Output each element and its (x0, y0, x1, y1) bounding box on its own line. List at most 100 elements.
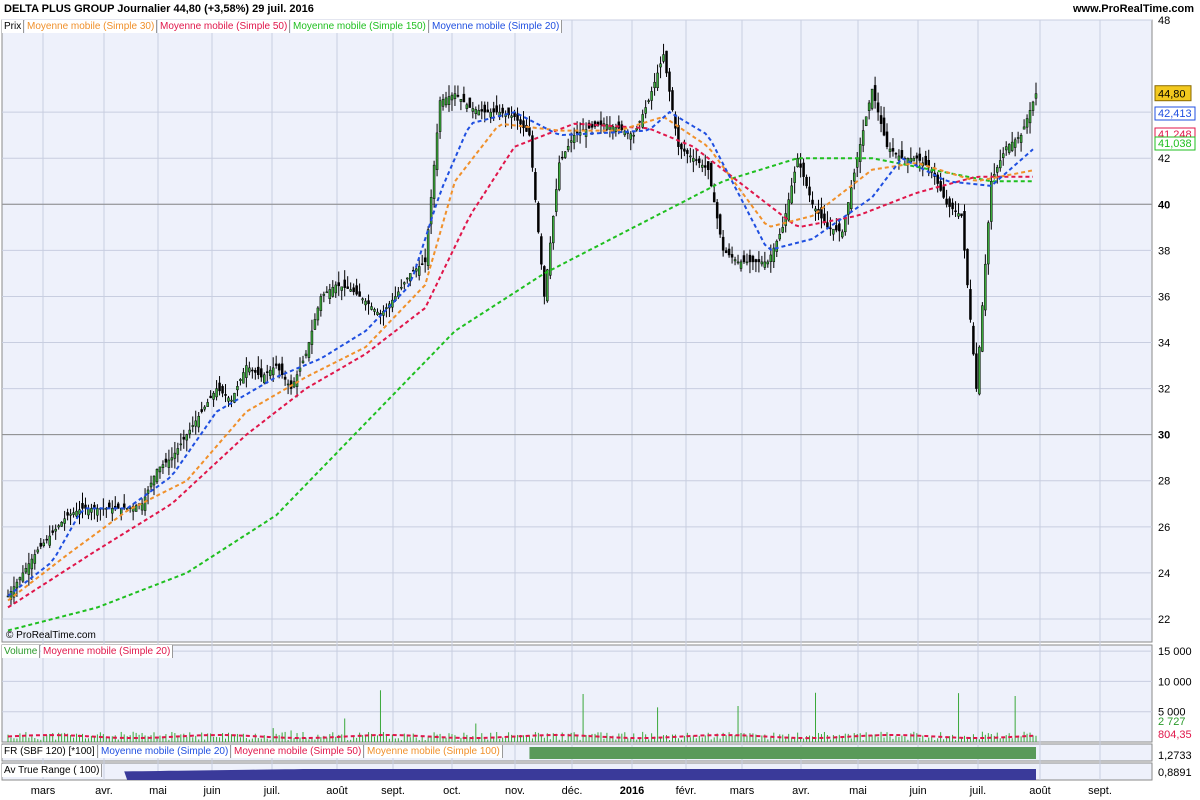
candle-body (239, 379, 242, 382)
candle-body (42, 542, 46, 546)
candle-body (417, 266, 421, 276)
main-legend-item[interactable]: Prix (2, 20, 25, 33)
candle-body (960, 213, 963, 217)
candle-body (248, 367, 251, 373)
candle-body (370, 306, 373, 310)
x-tick-label: oct. (443, 785, 461, 797)
candle-body (569, 140, 573, 143)
candle-body (268, 369, 272, 376)
candle-body (158, 466, 162, 473)
candle-body (781, 227, 784, 233)
candle-body (292, 381, 296, 388)
x-tick-label: juil. (969, 785, 987, 797)
candle-body (844, 216, 847, 233)
candle-body (215, 388, 218, 398)
y-tick-label: 36 (1158, 291, 1170, 303)
candle-body (489, 111, 492, 118)
candle-body (242, 372, 245, 384)
candle-body (695, 159, 698, 161)
candle-body (465, 104, 469, 109)
main-legend-item[interactable]: Moyenne mobile (Simple 20) (430, 20, 563, 33)
candle-body (769, 254, 773, 262)
candle-body (257, 366, 260, 376)
candle-body (808, 186, 811, 196)
main-legend-item[interactable]: Moyenne mobile (Simple 50) (158, 20, 291, 33)
chart-canvas[interactable]: mars avr. mai juin juil. août sept. oct. nov. déc… (0, 0, 1200, 800)
ma-value-label: 42,413 (1158, 108, 1192, 120)
candle-body (263, 374, 266, 384)
candle-body (966, 248, 969, 286)
candle-body (140, 503, 144, 511)
candle-body (456, 94, 460, 97)
candle-body (987, 222, 990, 265)
candle-body (27, 563, 31, 575)
x-tick-label: sept. (1088, 785, 1112, 797)
candle-body (143, 496, 147, 511)
candle-body (39, 542, 43, 547)
candle-body (15, 581, 19, 589)
fr-legend-item[interactable]: Moyenne mobile (Simple 20) (99, 745, 232, 758)
candle-body (778, 233, 781, 240)
fr-legend-item[interactable]: Moyenne mobile (Simple 50) (232, 745, 365, 758)
candle-body (727, 248, 731, 256)
candle-body (665, 50, 668, 74)
candle-body (918, 153, 922, 161)
candle-body (951, 202, 954, 210)
candle-body (340, 286, 343, 291)
fr-legend-item[interactable]: FR (SBF 120) [*100] (2, 745, 98, 758)
candle-body (858, 144, 862, 162)
candle-body (185, 434, 189, 441)
candle-body (698, 158, 701, 164)
x-tick-label: juin (908, 785, 926, 797)
candle-body (897, 155, 901, 161)
candle-body (447, 96, 451, 105)
candle-body (629, 133, 633, 140)
candle-body (751, 255, 755, 263)
candle-body (33, 554, 37, 564)
candle-body (522, 120, 525, 129)
candle-body (885, 131, 889, 147)
fr-legend-item[interactable]: Moyenne mobile (Simple 100) (365, 745, 503, 758)
candle-body (179, 443, 183, 446)
atr-value-label: 0,8891 (1158, 767, 1192, 779)
volume-legend-item[interactable]: Volume (2, 645, 41, 658)
candle-body (1004, 146, 1008, 151)
candle-body (552, 216, 555, 244)
main-legend-item[interactable]: Moyenne mobile (Simple 30) (25, 20, 158, 33)
candle-body (319, 296, 323, 311)
candle-body (385, 307, 388, 310)
candle-body (81, 503, 84, 509)
candle-body (754, 259, 758, 263)
candle-body (426, 229, 430, 266)
y-tick-label: 42 (1158, 153, 1170, 165)
x-tick-label: mars (31, 785, 56, 797)
candle-body (423, 257, 427, 263)
candle-body (909, 157, 913, 163)
candle-body (1019, 134, 1023, 143)
candle-body (167, 459, 171, 468)
main-legend-item[interactable]: Moyenne mobile (Simple 150) (291, 20, 429, 33)
candle-body (721, 236, 725, 251)
candle-body (712, 192, 716, 203)
candle-body (841, 231, 844, 238)
x-tick-label: mars (730, 785, 755, 797)
candle-body (560, 156, 564, 159)
candle-body (355, 285, 358, 295)
candle-body (882, 117, 886, 136)
candle-body (677, 125, 680, 147)
candle-body (274, 363, 278, 366)
candle-body (194, 420, 197, 427)
candle-body (826, 222, 829, 228)
candle-body (438, 100, 442, 132)
candle-body (996, 167, 999, 173)
candle-body (361, 298, 364, 301)
x-tick-label: juil. (263, 785, 281, 797)
candle-body (501, 107, 504, 114)
candle-body (376, 311, 379, 315)
candle-body (304, 353, 308, 356)
candle-body (161, 464, 165, 469)
candle-body (197, 415, 200, 428)
volume-legend-item[interactable]: Moyenne mobile (Simple 20) (41, 645, 174, 658)
atr-legend-item[interactable]: Av True Range ( 100) (2, 764, 103, 777)
candle-body (644, 107, 647, 114)
